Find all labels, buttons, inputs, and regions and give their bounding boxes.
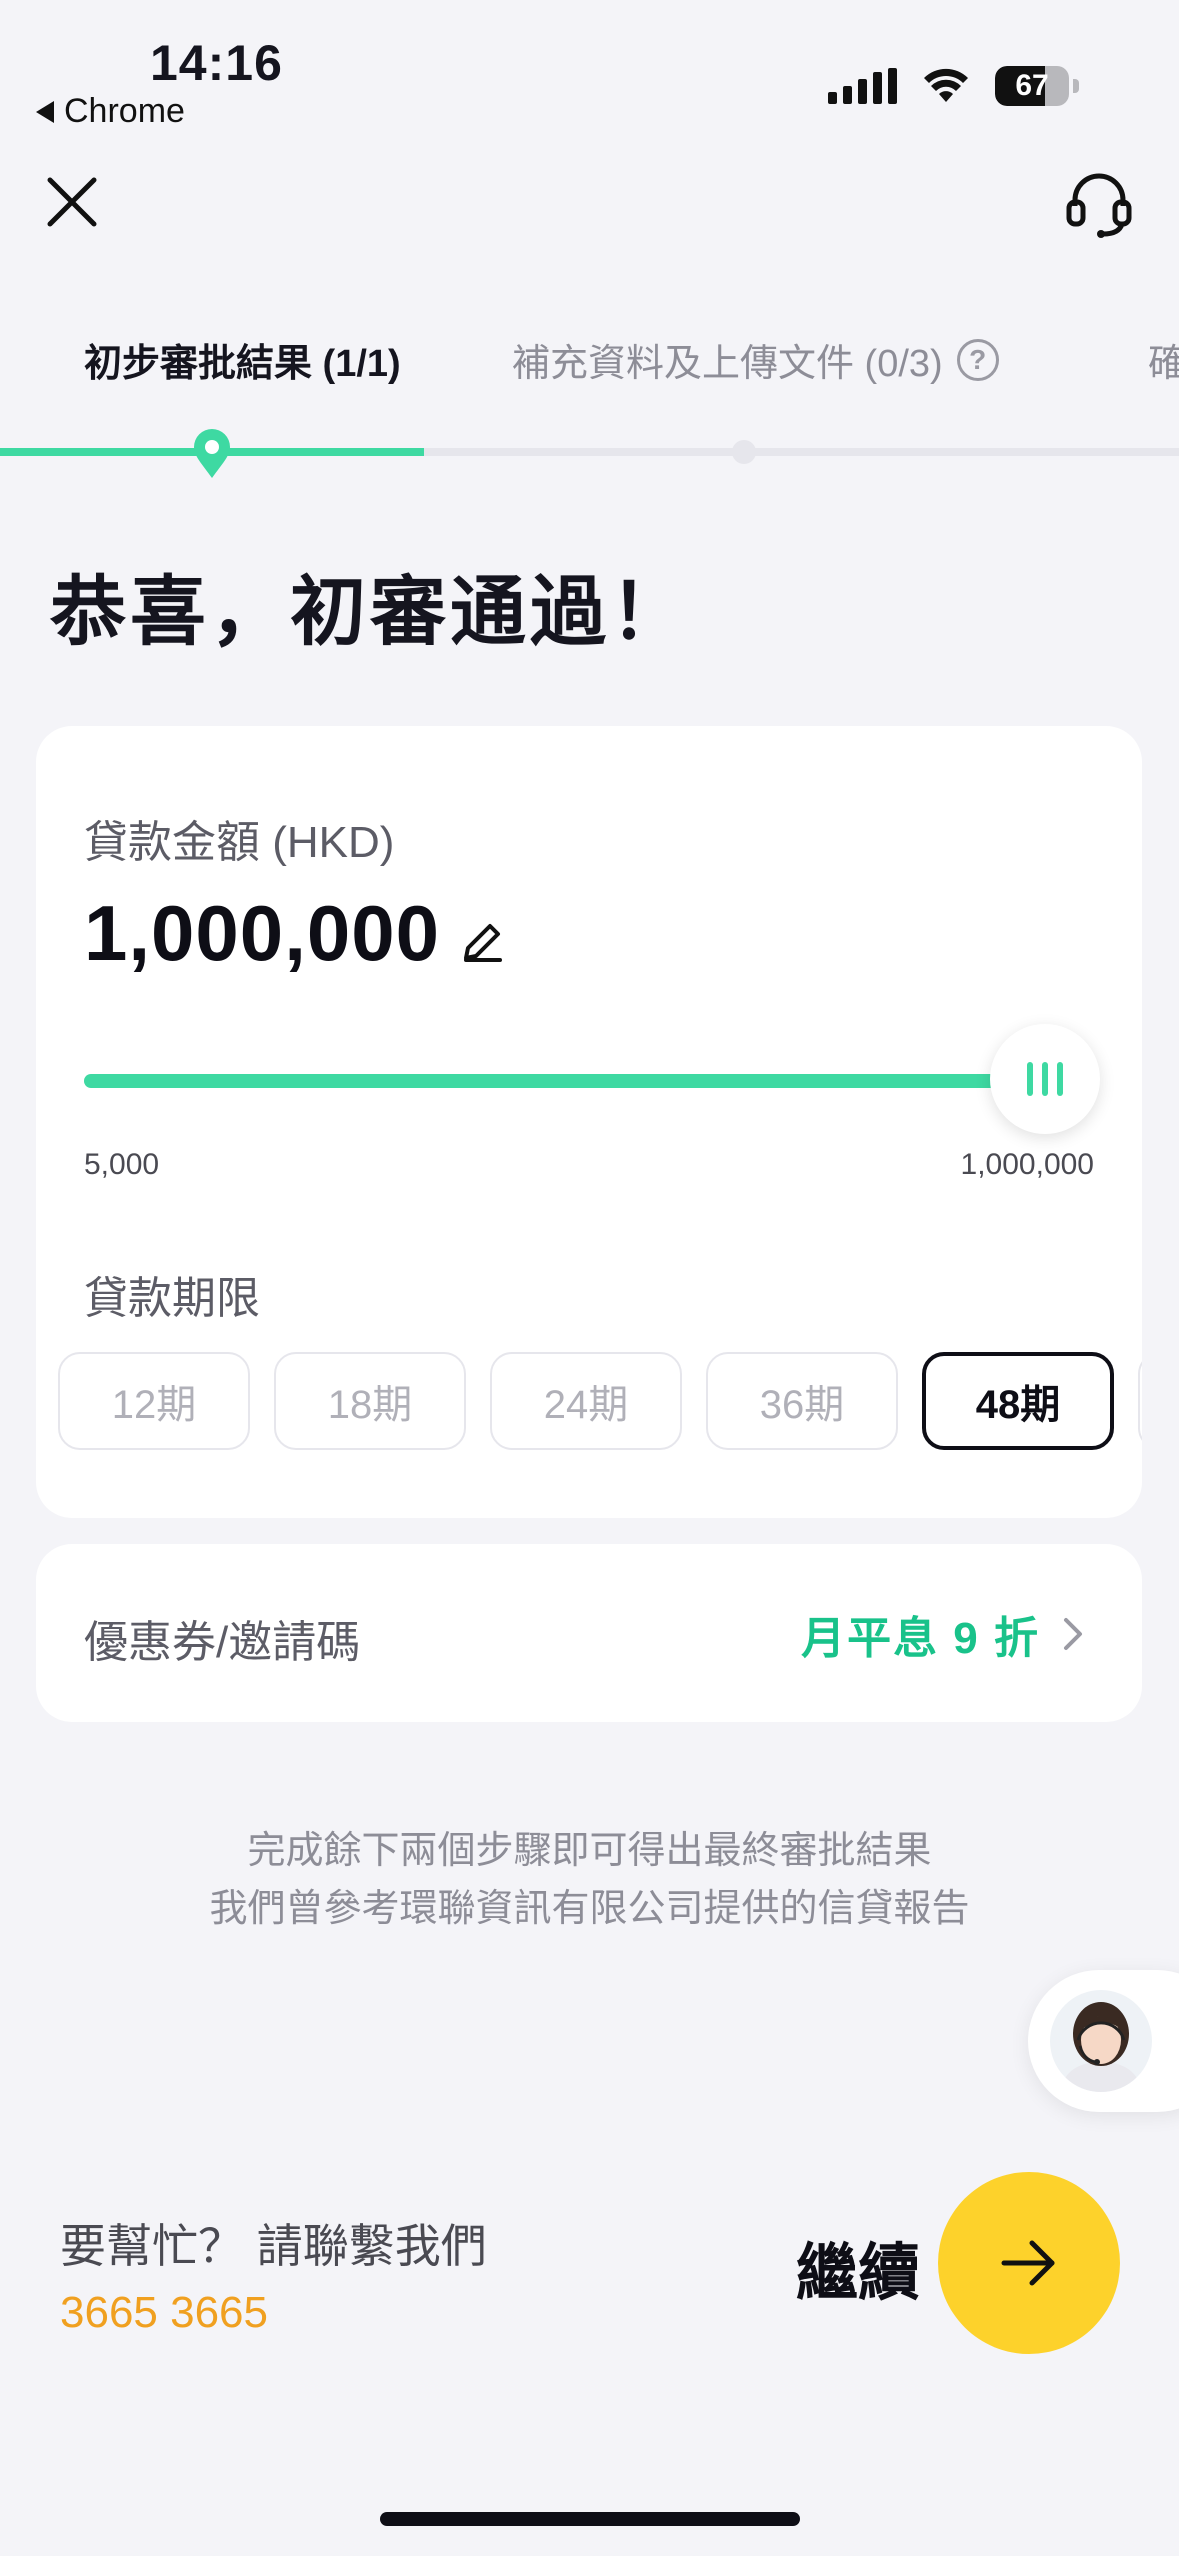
- step-marker-dot: [732, 440, 756, 464]
- location-pin-icon: [194, 429, 230, 478]
- note-line-2: 我們曾參考環聯資訊有限公司提供的信貸報告: [209, 1888, 970, 1930]
- close-icon[interactable]: [40, 170, 104, 234]
- tab-step-supplementary-label: 補充資料及上傳文件 (0/3): [512, 343, 943, 385]
- home-indicator: [380, 2512, 800, 2526]
- loan-amount-row: 1,000,000: [84, 888, 506, 979]
- agent-avatar-icon: [1050, 1990, 1152, 2092]
- term-option-48[interactable]: 48期: [922, 1352, 1114, 1450]
- note-line-1: 完成餘下兩個步驟即可得出最終審批結果: [247, 1830, 932, 1872]
- term-option-24[interactable]: 24期: [490, 1352, 682, 1450]
- tab-step-confirm[interactable]: 確: [1148, 332, 1179, 387]
- battery-icon: 67: [995, 66, 1069, 106]
- loan-details-card: 貸款金額 (HKD) 1,000,000 5,000 1,000,000 貸款期…: [36, 726, 1142, 1518]
- term-option-12[interactable]: 12期: [58, 1352, 250, 1450]
- wifi-icon: [924, 68, 968, 102]
- loan-amount-label: 貸款金額 (HKD): [84, 818, 395, 867]
- back-app-label: Chrome: [64, 92, 185, 130]
- loan-approval-screen: 14:16 Chrome 67 初步審批結果 (1/1) 補充資料及上傳文件 (…: [0, 0, 1179, 2556]
- loan-term-label: 貸款期限: [84, 1274, 260, 1323]
- term-option-18[interactable]: 18期: [274, 1352, 466, 1450]
- coupon-row[interactable]: 優惠券/邀請碼 月平息 9 折: [36, 1544, 1142, 1722]
- tab-step-initial-approval[interactable]: 初步審批結果 (1/1): [84, 332, 401, 387]
- coupon-label: 優惠券/邀請碼: [84, 1618, 361, 1667]
- term-option-more[interactable]: [1138, 1352, 1142, 1450]
- chevron-right-icon: [1064, 1618, 1082, 1650]
- approval-notes: 完成餘下兩個步驟即可得出最終審批結果 我們曾參考環聯資訊有限公司提供的信貸報告: [0, 1822, 1179, 1938]
- step-tabs: 初步審批結果 (1/1) 補充資料及上傳文件 (0/3) ? 確: [0, 320, 1179, 400]
- arrow-right-icon: [1001, 2240, 1055, 2286]
- question-icon[interactable]: ?: [956, 338, 999, 381]
- term-option-36[interactable]: 36期: [706, 1352, 898, 1450]
- status-indicators: 67: [828, 66, 1079, 106]
- status-time: 14:16: [150, 35, 283, 91]
- page-title: 恭喜，初審通過！: [50, 570, 690, 655]
- slider-min-label: 5,000: [84, 1148, 160, 1181]
- help-prompt: 要幫忙？ 請聯繫我們: [60, 2220, 487, 2272]
- loan-term-options: 12期 18期 24期 36期 48期: [58, 1352, 1142, 1452]
- help-phone-link[interactable]: 3665 3665: [60, 2288, 268, 2338]
- live-chat-agent-button[interactable]: [1028, 1970, 1179, 2112]
- loan-amount-slider-track[interactable]: [84, 1074, 1024, 1088]
- continue-label: 繼續: [796, 2239, 921, 2308]
- battery-percent: 67: [1015, 69, 1049, 102]
- coupon-value-group: 月平息 9 折: [801, 1602, 1088, 1666]
- headset-icon[interactable]: [1063, 166, 1135, 238]
- continue-button[interactable]: [938, 2172, 1120, 2354]
- loan-amount-value: 1,000,000: [84, 889, 441, 977]
- slider-max-label: 1,000,000: [960, 1148, 1094, 1181]
- tab-step-supplementary-docs[interactable]: 補充資料及上傳文件 (0/3) ?: [512, 332, 999, 387]
- coupon-discount-value: 月平息 9 折: [801, 1614, 1040, 1663]
- edit-pencil-icon[interactable]: [458, 918, 506, 966]
- back-to-app-button[interactable]: Chrome: [36, 92, 185, 131]
- cellular-signal-icon: [828, 68, 897, 104]
- back-triangle-icon: [36, 100, 54, 123]
- loan-amount-slider-handle[interactable]: [990, 1024, 1100, 1134]
